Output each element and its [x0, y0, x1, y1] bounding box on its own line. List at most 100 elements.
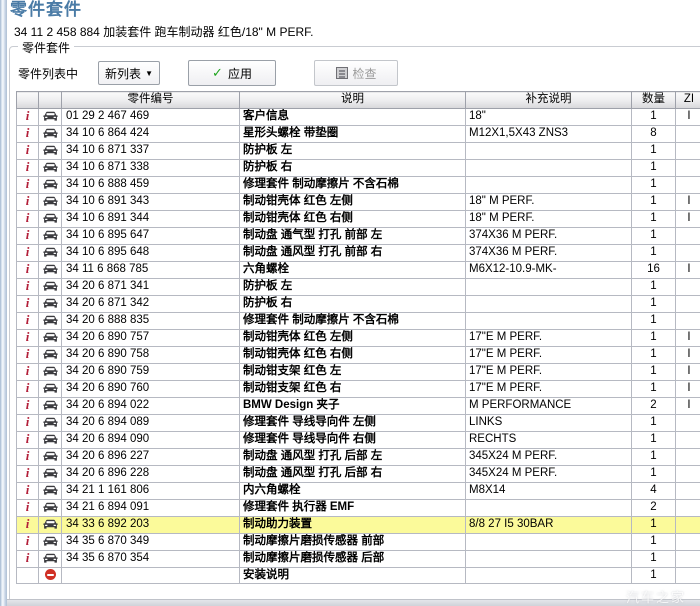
- description-cell[interactable]: 制动钳壳体 红色 左侧: [240, 329, 466, 346]
- vehicle-cell[interactable]: [39, 176, 62, 193]
- quantity-cell[interactable]: 1: [632, 448, 676, 465]
- vehicle-cell[interactable]: [39, 227, 62, 244]
- description-cell[interactable]: 修理套件 导线导向件 左侧: [240, 414, 466, 431]
- zi-cell[interactable]: I: [676, 261, 700, 278]
- zi-cell[interactable]: [676, 448, 700, 465]
- part-number-cell[interactable]: 34 35 6 870 354: [62, 550, 240, 567]
- info-cell[interactable]: i: [17, 482, 39, 499]
- car-icon[interactable]: [43, 280, 58, 292]
- zi-cell[interactable]: [676, 142, 700, 159]
- info-icon[interactable]: i: [26, 261, 30, 276]
- vehicle-cell[interactable]: [39, 397, 62, 414]
- zi-cell[interactable]: I: [676, 363, 700, 380]
- part-number-cell[interactable]: 34 20 6 890 760: [62, 380, 240, 397]
- quantity-cell[interactable]: 1: [632, 363, 676, 380]
- table-row[interactable]: i 34 20 6 890 760制动钳支架 红色 右17"E M PERF.1…: [17, 380, 700, 397]
- description-cell[interactable]: 制动钳支架 红色 右: [240, 380, 466, 397]
- info-cell[interactable]: i: [17, 465, 39, 482]
- info-cell[interactable]: i: [17, 448, 39, 465]
- info-icon[interactable]: i: [26, 380, 30, 395]
- vehicle-cell[interactable]: [39, 159, 62, 176]
- part-number-cell[interactable]: 34 20 6 894 090: [62, 431, 240, 448]
- quantity-cell[interactable]: 1: [632, 244, 676, 261]
- info-icon[interactable]: i: [26, 244, 30, 259]
- zi-cell[interactable]: [676, 295, 700, 312]
- table-row[interactable]: i 34 20 6 871 342防护板 右1: [17, 295, 700, 312]
- quantity-cell[interactable]: 1: [632, 380, 676, 397]
- info-cell[interactable]: i: [17, 533, 39, 550]
- info-cell[interactable]: i: [17, 414, 39, 431]
- description-cell[interactable]: 制动盘 通气型 打孔 前部 左: [240, 227, 466, 244]
- table-row[interactable]: i 34 21 6 894 091修理套件 执行器 EMF2: [17, 499, 700, 516]
- description-cell[interactable]: 防护板 左: [240, 278, 466, 295]
- table-row[interactable]: i 34 20 6 890 758制动钳壳体 红色 右侧17"E M PERF.…: [17, 346, 700, 363]
- vehicle-cell[interactable]: [39, 312, 62, 329]
- table-row[interactable]: i 34 35 6 870 349制动摩擦片磨损传感器 前部1: [17, 533, 700, 550]
- table-row[interactable]: i 34 10 6 895 648制动盘 通风型 打孔 前部 右374X36 M…: [17, 244, 700, 261]
- supplement-cell[interactable]: M6X12-10.9-MK-: [466, 261, 632, 278]
- table-row[interactable]: i 34 20 6 896 227制动盘 通风型 打孔 后部 左345X24 M…: [17, 448, 700, 465]
- info-icon[interactable]: i: [26, 295, 30, 310]
- supplement-cell[interactable]: 17"E M PERF.: [466, 363, 632, 380]
- vehicle-cell[interactable]: [39, 363, 62, 380]
- table-row[interactable]: i 34 20 6 894 022BMW Design 夹子M PERFORMA…: [17, 397, 700, 414]
- quantity-cell[interactable]: 1: [632, 414, 676, 431]
- info-icon[interactable]: i: [26, 159, 30, 174]
- table-row[interactable]: i 34 20 6 888 835修理套件 制动摩擦片 不含石棉1: [17, 312, 700, 329]
- info-cell[interactable]: i: [17, 176, 39, 193]
- info-cell[interactable]: i: [17, 210, 39, 227]
- quantity-cell[interactable]: 1: [632, 159, 676, 176]
- description-cell[interactable]: 星形头螺栓 带垫圈: [240, 125, 466, 142]
- car-icon[interactable]: [43, 501, 58, 513]
- vehicle-cell[interactable]: [39, 278, 62, 295]
- description-cell[interactable]: 六角螺栓: [240, 261, 466, 278]
- info-cell[interactable]: i: [17, 244, 39, 261]
- supplement-cell[interactable]: 374X36 M PERF.: [466, 227, 632, 244]
- supplement-cell[interactable]: M12X1,5X43 ZNS3: [466, 125, 632, 142]
- zi-cell[interactable]: [676, 482, 700, 499]
- zi-cell[interactable]: I: [676, 346, 700, 363]
- column-header-qty[interactable]: 数量: [632, 92, 676, 109]
- supplement-cell[interactable]: 345X24 M PERF.: [466, 448, 632, 465]
- zi-cell[interactable]: [676, 278, 700, 295]
- table-row[interactable]: i 34 20 6 894 089修理套件 导线导向件 左侧LINKS1: [17, 414, 700, 431]
- info-icon[interactable]: i: [26, 431, 30, 446]
- zi-cell[interactable]: [676, 567, 700, 584]
- vehicle-cell[interactable]: [39, 261, 62, 278]
- info-icon[interactable]: i: [26, 227, 30, 242]
- description-cell[interactable]: 修理套件 导线导向件 右侧: [240, 431, 466, 448]
- part-number-cell[interactable]: 34 20 6 888 835: [62, 312, 240, 329]
- info-cell[interactable]: i: [17, 261, 39, 278]
- quantity-cell[interactable]: 1: [632, 108, 676, 125]
- supplement-cell[interactable]: 17"E M PERF.: [466, 346, 632, 363]
- zi-cell[interactable]: [676, 176, 700, 193]
- info-cell[interactable]: i: [17, 516, 39, 533]
- quantity-cell[interactable]: 1: [632, 176, 676, 193]
- zi-cell[interactable]: [676, 550, 700, 567]
- info-cell[interactable]: i: [17, 227, 39, 244]
- supplement-cell[interactable]: [466, 278, 632, 295]
- description-cell[interactable]: 修理套件 制动摩擦片 不含石棉: [240, 312, 466, 329]
- description-cell[interactable]: 制动摩擦片磨损传感器 后部: [240, 550, 466, 567]
- apply-button[interactable]: ✓ 应用: [188, 60, 276, 86]
- quantity-cell[interactable]: 8: [632, 125, 676, 142]
- info-cell[interactable]: i: [17, 193, 39, 210]
- zi-cell[interactable]: [676, 499, 700, 516]
- info-icon[interactable]: i: [26, 448, 30, 463]
- description-cell[interactable]: 制动助力装置: [240, 516, 466, 533]
- car-icon[interactable]: [43, 314, 58, 326]
- info-icon[interactable]: i: [26, 465, 30, 480]
- info-icon[interactable]: i: [26, 108, 30, 123]
- car-icon[interactable]: [43, 297, 58, 309]
- description-cell[interactable]: 修理套件 执行器 EMF: [240, 499, 466, 516]
- car-icon[interactable]: [43, 331, 58, 343]
- vehicle-cell[interactable]: [39, 193, 62, 210]
- part-number-cell[interactable]: 34 20 6 894 089: [62, 414, 240, 431]
- zi-cell[interactable]: [676, 227, 700, 244]
- description-cell[interactable]: 修理套件 制动摩擦片 不含石棉: [240, 176, 466, 193]
- supplement-cell[interactable]: [466, 142, 632, 159]
- zi-cell[interactable]: [676, 125, 700, 142]
- zi-cell[interactable]: [676, 516, 700, 533]
- part-number-cell[interactable]: 34 10 6 864 424: [62, 125, 240, 142]
- zi-cell[interactable]: I: [676, 193, 700, 210]
